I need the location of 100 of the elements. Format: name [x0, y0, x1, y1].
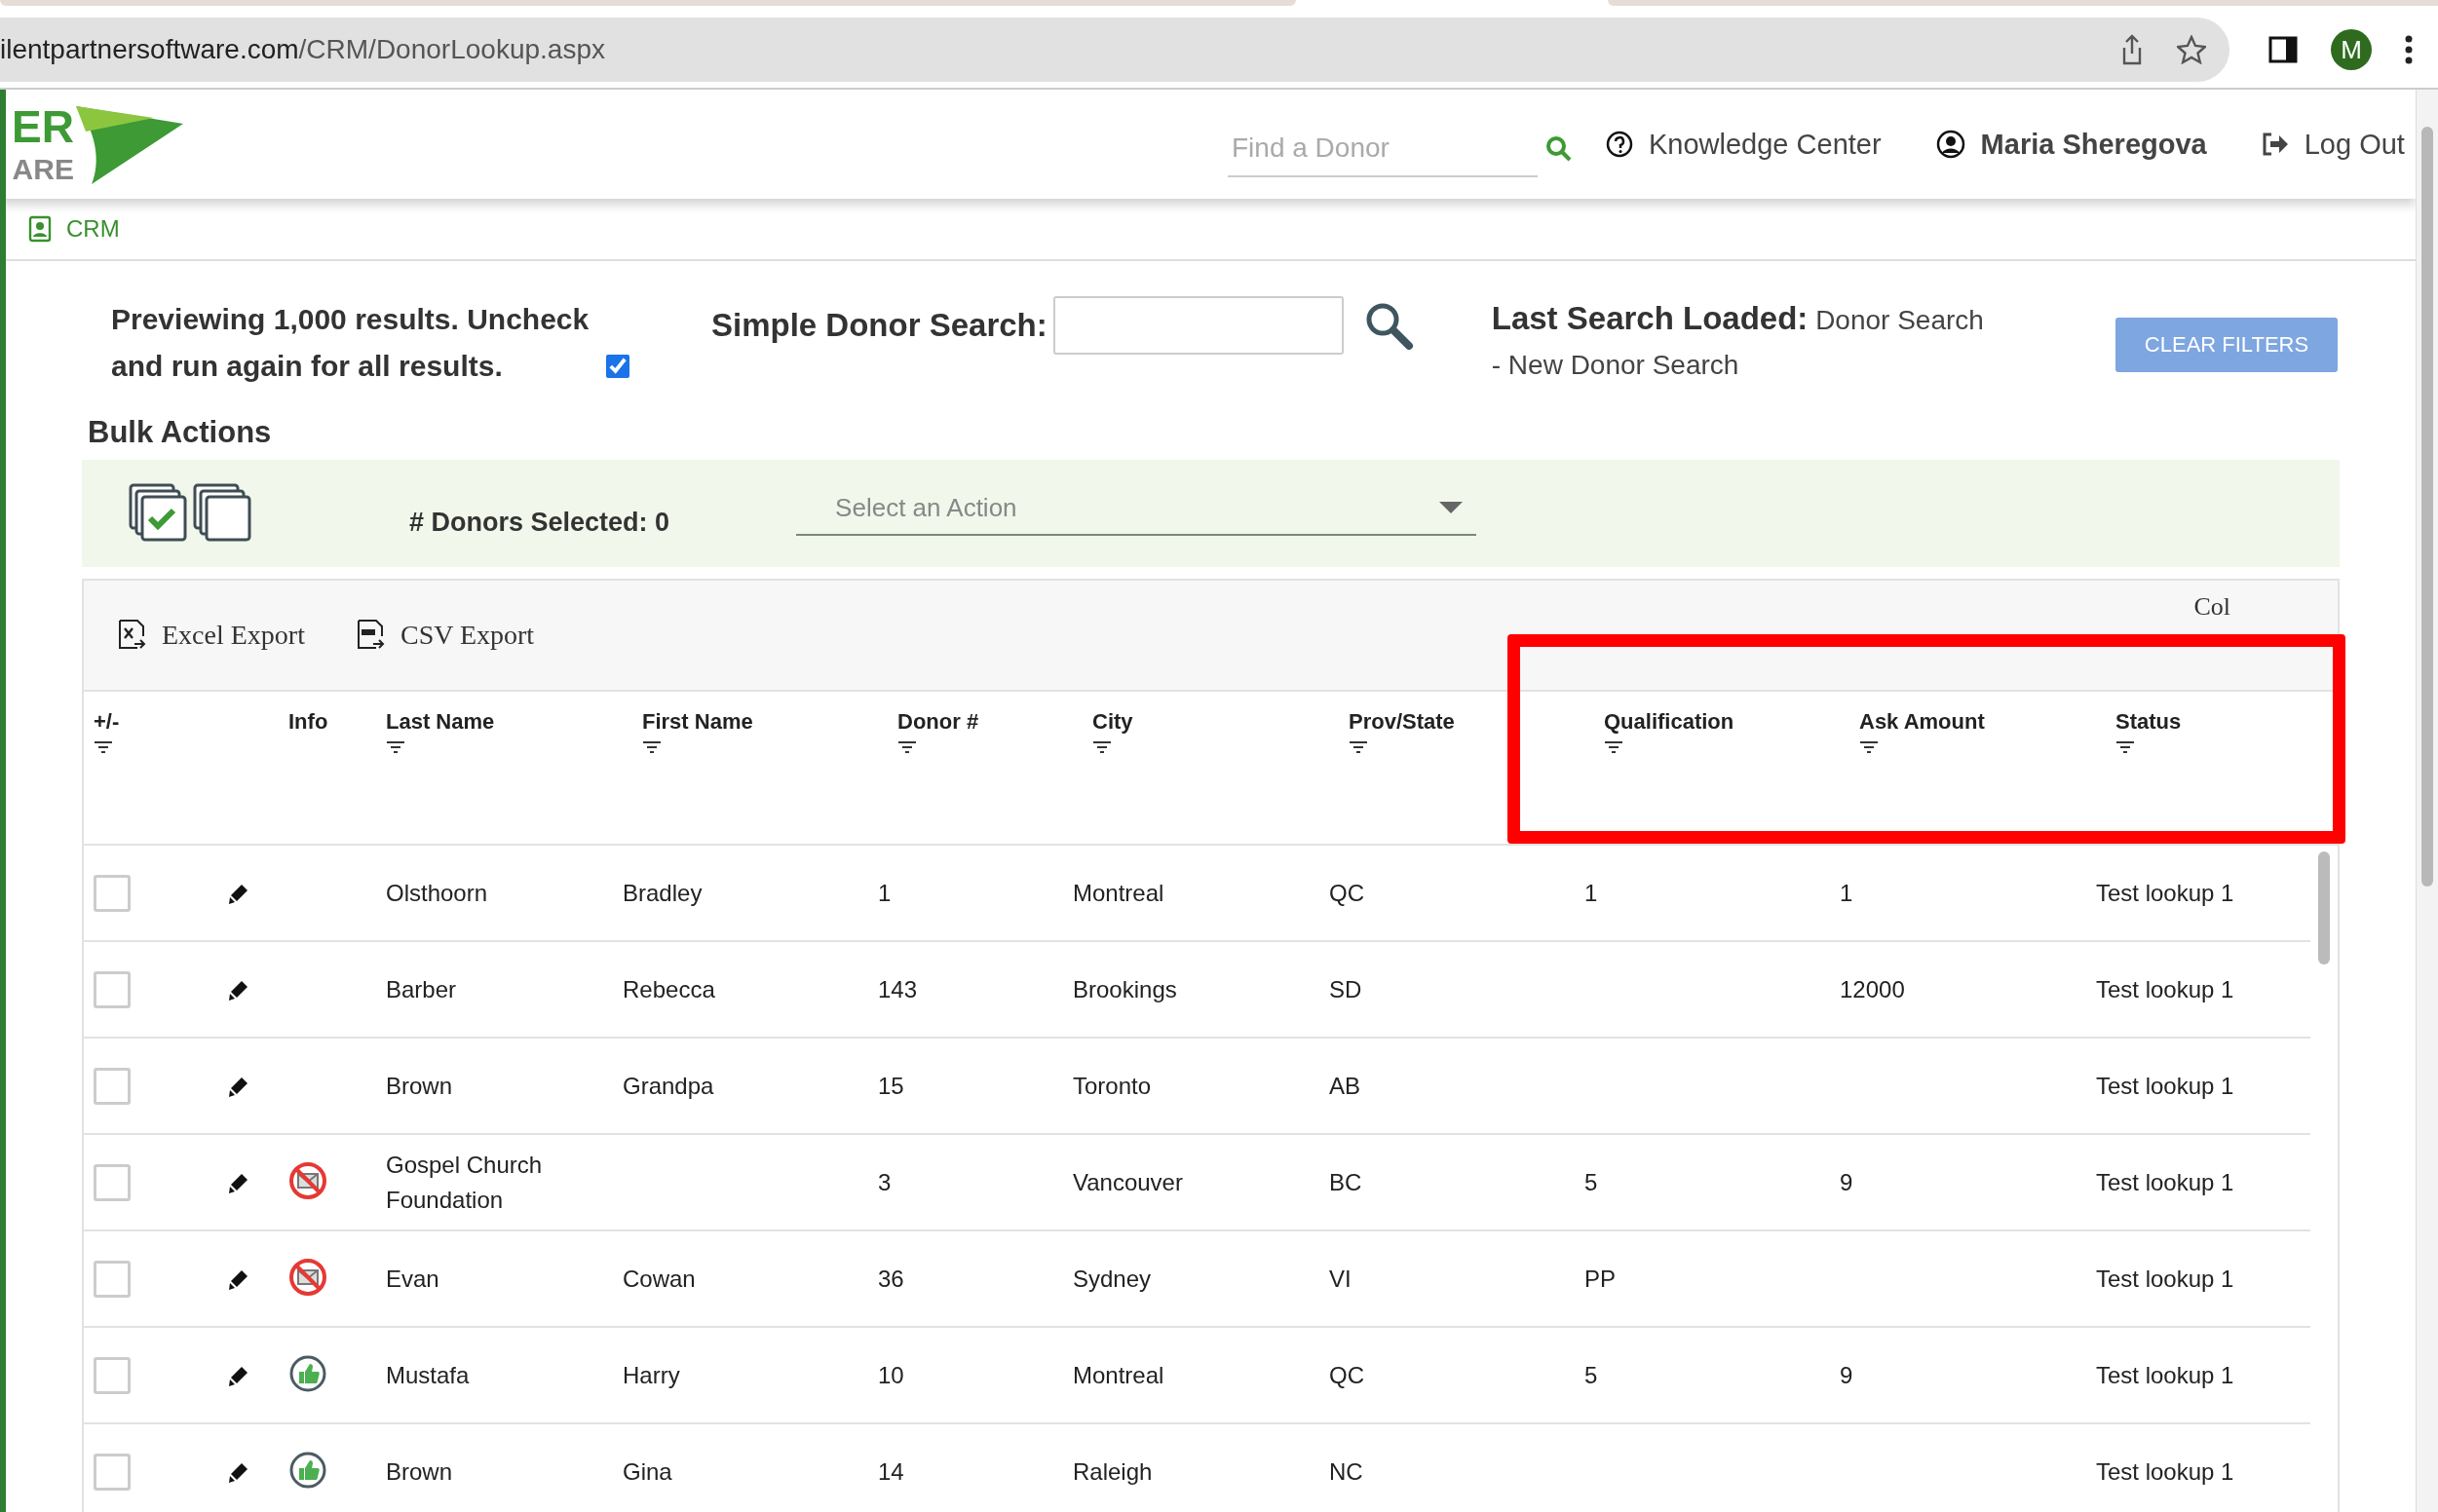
- filter-icon[interactable]: [642, 740, 662, 754]
- filter-icon[interactable]: [1092, 740, 1112, 754]
- table-cell: Test lookup 1: [2096, 1457, 2234, 1485]
- last-search-text: Last Search Loaded: Donor Search - New Donor Search: [1491, 299, 1985, 382]
- table-cell: 9: [1840, 1168, 1853, 1195]
- simple-search-label: Simple Donor Search:: [711, 307, 1048, 344]
- table-cell: QC: [1329, 1361, 1364, 1388]
- table-cell: 5: [1584, 1361, 1598, 1388]
- table-cell: 3: [878, 1168, 892, 1195]
- table-cell: AB: [1329, 1072, 1360, 1099]
- column-chooser[interactable]: Col: [2193, 592, 2230, 622]
- table-cell: Bradley: [623, 879, 703, 906]
- table-cell: Rebecca: [623, 975, 715, 1002]
- column-header[interactable]: Donor #: [897, 709, 979, 735]
- table-cell: VI: [1329, 1265, 1352, 1292]
- export-button[interactable]: Excel Export: [117, 619, 305, 652]
- column-header[interactable]: +/-: [94, 709, 120, 735]
- excel-file-icon: [117, 619, 148, 652]
- filter-icon[interactable]: [1349, 740, 1368, 754]
- user-icon: [1935, 130, 1965, 159]
- breadcrumb-link[interactable]: CRM: [66, 215, 120, 243]
- table-cell: Test lookup 1: [2096, 1072, 2234, 1099]
- logo-text: ARE: [11, 153, 75, 187]
- header-link[interactable]: Knowledge Center: [1649, 128, 1882, 161]
- table-cell: Cowan: [623, 1265, 696, 1292]
- column-header[interactable]: Status: [2115, 709, 2182, 735]
- filter-icon[interactable]: [386, 740, 405, 754]
- table-cell: Test lookup 1: [2096, 879, 2234, 906]
- column-header[interactable]: Prov/State: [1349, 709, 1455, 735]
- table-cell: Toronto: [1073, 1072, 1152, 1099]
- row-checkbox[interactable]: [94, 970, 131, 1008]
- table-cell: BC: [1329, 1168, 1362, 1195]
- selected-count: # Donors Selected: 0: [409, 507, 670, 538]
- table-cell: Gina: [623, 1457, 672, 1485]
- find-donor-field[interactable]: Find a Donor: [1228, 121, 1538, 177]
- table-cell: QC: [1329, 879, 1364, 906]
- menu-icon[interactable]: [2405, 35, 2413, 64]
- table-cell: Test lookup 1: [2096, 1265, 2234, 1292]
- table-cell: 15: [878, 1072, 904, 1099]
- table-cell: Barber: [386, 975, 457, 1002]
- table-cell: Montreal: [1073, 1361, 1164, 1388]
- scrollbar-thumb[interactable]: [2318, 851, 2330, 964]
- column-header[interactable]: Info: [288, 709, 328, 735]
- table-cell: Grandpa: [623, 1072, 714, 1099]
- profile-avatar[interactable]: M: [2331, 29, 2372, 70]
- caret-icon: [1439, 502, 1464, 513]
- export-button[interactable]: CSV Export: [355, 619, 535, 652]
- no-mail-icon: [288, 1257, 327, 1297]
- preview-checkbox[interactable]: [606, 355, 629, 378]
- contact-card-icon: [27, 215, 53, 243]
- table-cell: 9: [1840, 1361, 1853, 1388]
- table-cell: 1: [1584, 879, 1598, 906]
- row-checkbox[interactable]: [94, 874, 131, 912]
- logo-text: ER: [11, 101, 75, 154]
- select-all-icon[interactable]: [129, 483, 189, 544]
- filter-icon[interactable]: [2115, 740, 2135, 754]
- user-name-link[interactable]: Maria Sheregova: [1980, 128, 2207, 161]
- scrollbar-thumb[interactable]: [2421, 127, 2433, 887]
- column-header[interactable]: Qualification: [1604, 709, 1734, 735]
- thumbs-up-icon: [288, 1450, 327, 1490]
- filter-icon[interactable]: [94, 740, 113, 754]
- table-cell: Harry: [623, 1361, 680, 1388]
- share-icon[interactable]: [2120, 34, 2144, 65]
- row-checkbox[interactable]: [94, 1260, 131, 1298]
- filter-icon[interactable]: [897, 740, 917, 754]
- simple-search-field[interactable]: [1052, 296, 1344, 355]
- row-checkbox[interactable]: [94, 1453, 131, 1491]
- logout-icon: [2261, 132, 2289, 157]
- deselect-all-icon[interactable]: [193, 483, 253, 544]
- side-panel-icon[interactable]: [2268, 36, 2298, 63]
- table-cell: NC: [1329, 1457, 1363, 1485]
- column-header[interactable]: Last Name: [386, 709, 495, 735]
- row-checkbox[interactable]: [94, 1067, 131, 1105]
- table-cell: Brookings: [1073, 975, 1177, 1002]
- table-cell: 36: [878, 1265, 904, 1292]
- column-header[interactable]: City: [1092, 709, 1133, 735]
- row-checkbox[interactable]: [94, 1163, 131, 1201]
- no-mail-icon: [288, 1160, 327, 1200]
- help-icon: [1606, 131, 1633, 158]
- table-cell: 10: [878, 1361, 904, 1388]
- table-cell: 14: [878, 1457, 904, 1485]
- table-cell: Test lookup 1: [2096, 975, 2234, 1002]
- filter-icon[interactable]: [1859, 740, 1879, 754]
- table-cell: Olsthoorn: [386, 879, 488, 906]
- column-header[interactable]: Ask Amount: [1859, 709, 1985, 735]
- row-checkbox[interactable]: [94, 1356, 131, 1394]
- column-header[interactable]: First Name: [642, 709, 753, 735]
- star-icon[interactable]: [2177, 35, 2206, 64]
- csv-file-icon: [355, 619, 387, 652]
- search-icon[interactable]: [1545, 135, 1573, 163]
- table-cell: Vancouver: [1073, 1168, 1183, 1195]
- table-cell: Test lookup 1: [2096, 1361, 2234, 1388]
- header-link[interactable]: Log Out: [2304, 128, 2405, 161]
- table-cell: Sydney: [1073, 1265, 1152, 1292]
- table-cell: Brown: [386, 1072, 453, 1099]
- thumbs-up-icon: [288, 1353, 327, 1393]
- table-cell: 1: [1840, 879, 1853, 906]
- filter-icon[interactable]: [1604, 740, 1623, 754]
- table-cell: 12000: [1840, 975, 1905, 1002]
- table-cell: Raleigh: [1073, 1457, 1153, 1485]
